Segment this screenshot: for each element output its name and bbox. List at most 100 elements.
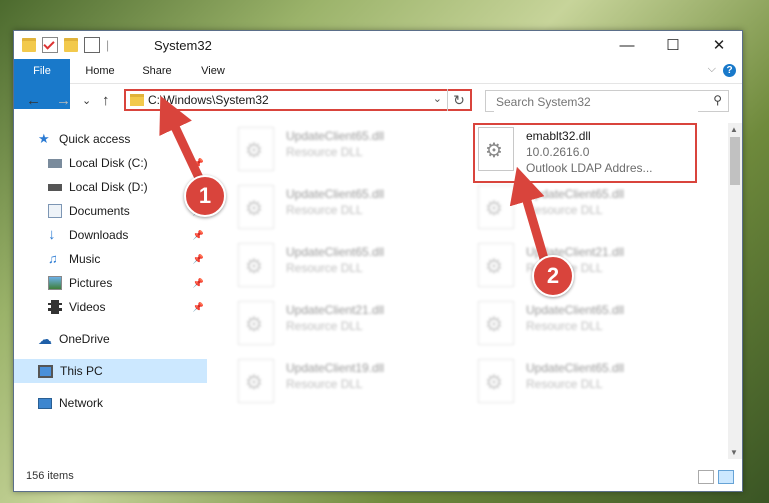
pictures-icon bbox=[48, 276, 62, 290]
pin-icon[interactable]: 📌 bbox=[193, 158, 204, 169]
file-type: Resource DLL bbox=[286, 203, 363, 217]
file-item[interactable]: UpdateClient19.dll Resource DLL bbox=[238, 359, 458, 409]
address-path[interactable]: C:\Windows\System32 bbox=[148, 93, 269, 107]
sidebar-item-music[interactable]: ♫ Music 📌 bbox=[14, 247, 207, 271]
file-type: Resource DLL bbox=[526, 319, 603, 333]
file-item[interactable]: UpdateClient65.dll Resource DLL bbox=[238, 243, 458, 293]
drive-icon bbox=[48, 158, 62, 168]
sidebar-item-label: Local Disk (C:) bbox=[69, 156, 148, 170]
file-name: UpdateClient65.dll bbox=[286, 245, 385, 259]
quick-access-toolbar: | bbox=[22, 37, 109, 53]
music-icon: ♫ bbox=[48, 251, 58, 266]
sidebar-item-documents[interactable]: Documents 📌 bbox=[14, 199, 207, 223]
search-input[interactable] bbox=[494, 92, 698, 112]
file-item[interactable]: UpdateClient65.dll Resource DLL bbox=[478, 185, 698, 235]
minimize-button[interactable]: — bbox=[604, 31, 650, 59]
tab-view[interactable]: View bbox=[190, 59, 236, 83]
sidebar-item-videos[interactable]: Videos 📌 bbox=[14, 295, 207, 319]
sidebar-item-label: Local Disk (D:) bbox=[69, 180, 148, 194]
sidebar-item-pictures[interactable]: Pictures 📌 bbox=[14, 271, 207, 295]
window-title: System32 bbox=[154, 38, 212, 53]
file-item[interactable]: UpdateClient65.dll Resource DLL bbox=[238, 127, 458, 177]
file-name: UpdateClient65.dll bbox=[526, 361, 625, 375]
ribbon-tabs: File Home Share View ⌵ ? bbox=[14, 59, 742, 109]
star-icon: ★ bbox=[38, 131, 50, 146]
address-bar[interactable]: C:\Windows\System32 ⌄ ↻ bbox=[124, 89, 472, 111]
file-name: UpdateClient65.dll bbox=[526, 187, 625, 201]
download-icon: ↓ bbox=[48, 226, 56, 243]
videos-icon bbox=[48, 300, 62, 314]
window-controls: — ☐ ✕ bbox=[604, 31, 742, 59]
scroll-down-icon[interactable]: ▼ bbox=[730, 448, 738, 457]
file-item[interactable]: UpdateClient65.dll Resource DLL bbox=[478, 301, 698, 351]
sidebar-item-downloads[interactable]: ↓ Downloads 📌 bbox=[14, 223, 207, 247]
scroll-up-icon[interactable]: ▲ bbox=[730, 125, 738, 134]
file-explorer-window: | System32 — ☐ ✕ File Home Share View ⌵ … bbox=[13, 30, 743, 492]
file-type: Resource DLL bbox=[286, 319, 363, 333]
dll-file-icon bbox=[478, 185, 514, 229]
file-name: UpdateClient21.dll bbox=[286, 303, 385, 317]
sidebar-item-label: This PC bbox=[60, 364, 103, 378]
dll-file-icon bbox=[238, 127, 274, 171]
scrollbar-thumb[interactable] bbox=[730, 137, 740, 185]
navigation-pane: ★ Quick access Local Disk (C:) 📌 Local D… bbox=[14, 123, 207, 459]
file-name: UpdateClient21.dll bbox=[526, 245, 625, 259]
file-highlight-box bbox=[473, 123, 697, 183]
file-item[interactable]: UpdateClient21.dll Resource DLL bbox=[478, 243, 698, 293]
file-type: Resource DLL bbox=[286, 145, 363, 159]
sidebar-item-network[interactable]: Network bbox=[14, 391, 207, 415]
file-item[interactable]: UpdateClient21.dll Resource DLL bbox=[238, 301, 458, 351]
file-type: Resource DLL bbox=[286, 261, 363, 275]
sidebar-item-label: Videos bbox=[69, 300, 106, 314]
close-button[interactable]: ✕ bbox=[696, 31, 742, 59]
customize-toolbar-icon[interactable] bbox=[84, 37, 100, 53]
folder-icon[interactable] bbox=[22, 38, 36, 52]
file-item[interactable]: UpdateClient65.dll Resource DLL bbox=[478, 359, 698, 409]
dll-file-icon bbox=[238, 359, 274, 403]
dll-file-icon bbox=[478, 243, 514, 287]
cloud-icon: ☁ bbox=[38, 331, 52, 347]
file-type: Resource DLL bbox=[286, 377, 363, 391]
sidebar-item-label: OneDrive bbox=[59, 332, 110, 346]
pin-icon[interactable]: 📌 bbox=[193, 302, 204, 313]
new-folder-icon[interactable] bbox=[64, 38, 78, 52]
tiles-view-icon[interactable] bbox=[718, 470, 734, 484]
search-icon: ⚲ bbox=[713, 93, 722, 107]
file-name: UpdateClient19.dll bbox=[286, 361, 385, 375]
file-item[interactable]: UpdateClient65.dll Resource DLL bbox=[238, 185, 458, 235]
refresh-button[interactable]: ↻ bbox=[447, 89, 470, 111]
sidebar-item-label: Pictures bbox=[69, 276, 113, 290]
tab-share[interactable]: Share bbox=[132, 59, 182, 83]
documents-icon bbox=[48, 204, 62, 218]
file-type: Resource DLL bbox=[526, 377, 603, 391]
search-box[interactable]: ⚲ bbox=[485, 90, 729, 112]
help-icon[interactable]: ? bbox=[723, 64, 736, 77]
dll-file-icon bbox=[238, 301, 274, 345]
drive-icon bbox=[48, 183, 62, 191]
file-name: UpdateClient65.dll bbox=[286, 187, 385, 201]
address-dropdown-icon[interactable]: ⌄ bbox=[433, 92, 442, 105]
tab-home[interactable]: Home bbox=[76, 59, 124, 83]
details-view-icon[interactable] bbox=[698, 470, 714, 484]
pin-icon[interactable]: 📌 bbox=[193, 278, 204, 289]
sidebar-item-quick-access[interactable]: ★ Quick access bbox=[14, 127, 207, 151]
status-bar: 156 items bbox=[14, 464, 742, 490]
sidebar-item-local-disk-d[interactable]: Local Disk (D:) bbox=[14, 175, 207, 199]
up-button[interactable]: ↑ bbox=[102, 92, 110, 109]
sidebar-item-onedrive[interactable]: ☁ OneDrive bbox=[14, 327, 207, 351]
computer-icon bbox=[38, 364, 53, 378]
back-button[interactable]: ← bbox=[26, 92, 41, 109]
pin-icon[interactable]: 📌 bbox=[193, 254, 204, 265]
recent-locations-button[interactable]: ⌄ bbox=[82, 94, 91, 107]
network-icon bbox=[38, 397, 52, 409]
sidebar-item-local-disk-c[interactable]: Local Disk (C:) 📌 bbox=[14, 151, 207, 175]
forward-button[interactable]: → bbox=[56, 92, 71, 109]
vertical-scrollbar[interactable]: ▲ ▼ bbox=[728, 123, 742, 459]
collapse-ribbon-icon[interactable]: ⌵ bbox=[708, 63, 716, 76]
sidebar-item-this-pc[interactable]: This PC bbox=[14, 359, 207, 383]
dll-file-icon bbox=[478, 359, 514, 403]
pin-icon[interactable]: 📌 bbox=[193, 230, 204, 241]
maximize-button[interactable]: ☐ bbox=[650, 31, 696, 59]
properties-check-icon[interactable] bbox=[42, 37, 58, 53]
sidebar-item-label: Network bbox=[59, 396, 104, 410]
